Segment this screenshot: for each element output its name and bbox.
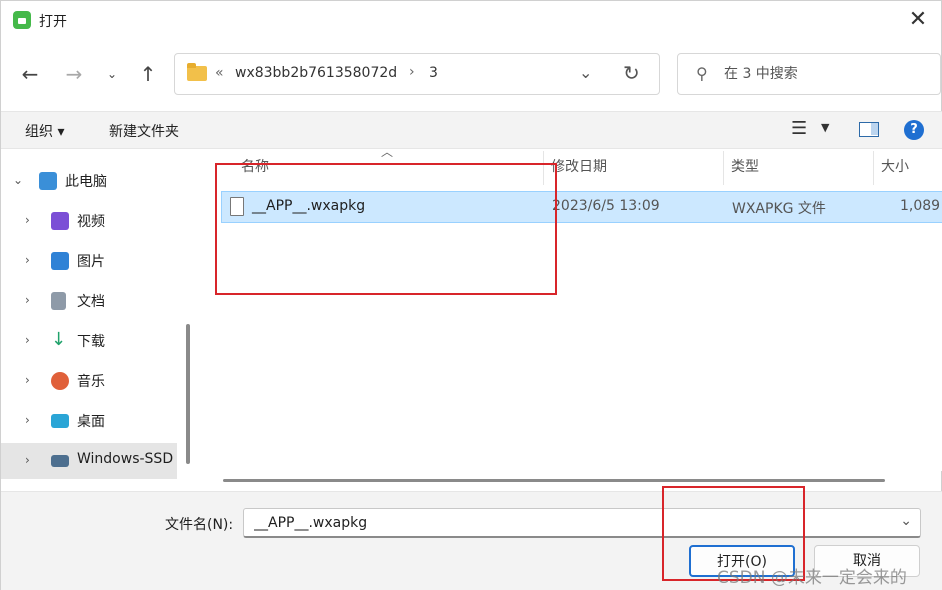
watermark: CSDN @未来一定会来的 [717, 568, 907, 588]
sidebar-item-label: 下载 [77, 334, 105, 350]
chevron-right-icon[interactable]: › [25, 213, 30, 227]
chevron-down-icon: ⌄ [579, 63, 593, 82]
drive-icon [51, 455, 69, 467]
arrow-up-icon: ↑ [139, 62, 157, 86]
sidebar-item-this-pc[interactable]: ⌄ 此电脑 [1, 163, 177, 199]
filename-label: 文件名(N): [165, 517, 234, 533]
folder-icon [187, 63, 207, 81]
sidebar-scrollbar[interactable] [186, 324, 190, 464]
column-header-type[interactable]: 类型 [731, 149, 759, 185]
close-button[interactable]: ✕ [903, 7, 933, 35]
forward-button[interactable]: → [59, 59, 89, 89]
file-modified: 2023/6/5 13:09 [552, 198, 660, 214]
title-bar: 打开 ✕ [1, 1, 942, 41]
sidebar-item-windows-ssd[interactable]: › Windows-SSD [1, 443, 177, 479]
app-icon [13, 11, 31, 29]
filename-combobox[interactable]: ⌄ [243, 508, 921, 538]
window-title: 打开 [39, 14, 67, 30]
open-file-dialog: 打开 ✕ ← → ⌄ ↑ « wx83bb2b761358072d › 3 ⌄ … [0, 0, 942, 590]
command-bar: 组织 ▾ 新建文件夹 ☰ ▼ ? [1, 111, 942, 149]
annotation-box-file [215, 163, 557, 295]
close-icon: ✕ [908, 7, 928, 32]
chevron-right-icon[interactable]: › [409, 64, 415, 80]
chevron-right-icon[interactable]: › [25, 333, 30, 347]
sidebar-item-label: 桌面 [77, 414, 105, 430]
music-icon [51, 372, 69, 390]
sidebar-item-label: 图片 [77, 254, 105, 270]
sidebar-item-videos[interactable]: › 视频 [1, 203, 177, 239]
file-type: WXAPKG 文件 [732, 201, 826, 217]
chevron-right-icon[interactable]: › [25, 293, 30, 307]
sidebar-item-label: 此电脑 [65, 174, 107, 190]
sidebar-item-documents[interactable]: › 文档 [1, 283, 177, 319]
sidebar-item-label: Windows-SSD [77, 451, 174, 467]
back-button[interactable]: ← [15, 59, 45, 89]
chevron-right-icon[interactable]: › [25, 453, 30, 467]
column-divider[interactable] [723, 151, 724, 185]
chevron-down-icon[interactable]: ⌄ [13, 173, 23, 187]
address-segment-appid[interactable]: wx83bb2b761358072d [235, 65, 397, 81]
search-box[interactable]: ⚲ [677, 53, 941, 95]
document-icon [51, 292, 66, 310]
help-icon[interactable]: ? [904, 120, 924, 140]
chevron-right-icon[interactable]: › [25, 413, 30, 427]
column-header-modified[interactable]: 修改日期 [551, 149, 607, 185]
sidebar-item-pictures[interactable]: › 图片 [1, 243, 177, 279]
refresh-button[interactable]: ↻ [623, 61, 640, 85]
sidebar-item-downloads[interactable]: › ↓ 下载 [1, 323, 177, 359]
address-segment-folder[interactable]: 3 [429, 65, 438, 81]
sidebar-item-label: 视频 [77, 214, 105, 230]
search-input[interactable] [724, 62, 924, 86]
navigation-pane: ⌄ 此电脑 › 视频 › 图片 › 文档 › ↓ 下载 › 音乐 › 桌面 › … [1, 149, 201, 491]
search-icon: ⚲ [696, 64, 708, 83]
chevron-right-icon[interactable]: › [25, 253, 30, 267]
file-size: 1,089 [900, 198, 941, 214]
address-bar[interactable]: « wx83bb2b761358072d › 3 ⌄ ↻ [174, 53, 660, 95]
address-history-dropdown[interactable]: ⌄ [579, 63, 592, 82]
new-folder-button[interactable]: 新建文件夹 [109, 121, 179, 141]
view-options-icon[interactable]: ☰ [791, 118, 807, 139]
column-divider[interactable] [873, 151, 874, 185]
organize-button[interactable]: 组织 ▾ [25, 121, 64, 141]
download-icon: ↓ [51, 329, 67, 350]
preview-pane-icon[interactable] [859, 122, 879, 137]
arrow-left-icon: ← [21, 62, 39, 86]
chevron-right-icon[interactable]: › [25, 373, 30, 387]
view-dropdown-icon[interactable]: ▼ [821, 121, 829, 134]
up-button[interactable]: ↑ [133, 59, 163, 89]
horizontal-scrollbar[interactable] [223, 479, 885, 482]
chevron-down-icon[interactable]: ⌄ [900, 513, 912, 529]
picture-icon [51, 252, 69, 270]
column-header-size[interactable]: 大小 [881, 149, 909, 185]
sidebar-item-desktop[interactable]: › 桌面 [1, 403, 177, 439]
computer-icon [39, 172, 57, 190]
chevron-down-icon: ⌄ [106, 67, 118, 81]
sidebar-item-label: 文档 [77, 294, 105, 310]
refresh-icon: ↻ [623, 61, 640, 85]
sidebar-item-label: 音乐 [77, 374, 105, 390]
arrow-right-icon: → [65, 62, 83, 86]
sort-ascending-icon: ︿ [381, 145, 394, 159]
desktop-icon [51, 414, 69, 428]
address-overflow[interactable]: « [215, 65, 224, 81]
video-icon [51, 212, 69, 230]
recent-locations-button[interactable]: ⌄ [97, 59, 127, 89]
sidebar-item-music[interactable]: › 音乐 [1, 363, 177, 399]
